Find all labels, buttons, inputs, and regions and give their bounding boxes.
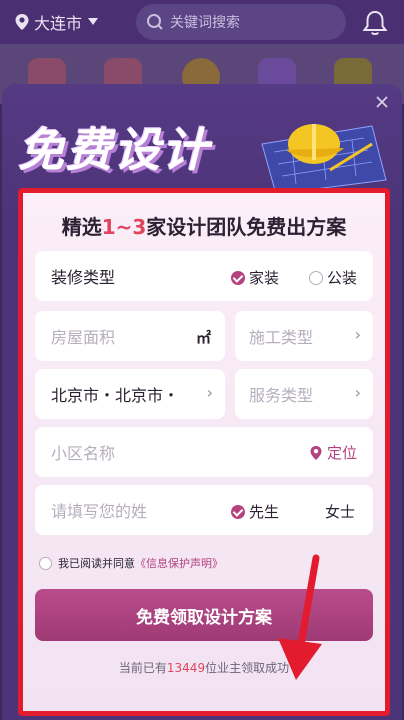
count-pre: 当前已有: [118, 661, 167, 675]
headline-highlight: 1~3: [101, 215, 147, 239]
house-area-placeholder: 房屋面积: [51, 328, 116, 347]
headline-pre: 精选: [61, 215, 102, 239]
radio-mr[interactable]: 先生: [231, 501, 279, 522]
form-headline: 精选1~3家设计团队免费出方案: [23, 211, 385, 240]
locate-icon: [310, 445, 322, 460]
agreement-text: 我已阅读并同意: [58, 557, 135, 570]
checkmark-icon: [231, 504, 245, 519]
service-type-select[interactable]: 服务类型 ›: [235, 369, 373, 419]
locate-label: 定位: [326, 444, 357, 462]
agreement-row[interactable]: 我已阅读并同意 《信息保护声明》: [39, 555, 223, 571]
dropdown-triangle-icon: [88, 18, 99, 25]
bell-icon[interactable]: [360, 8, 390, 38]
service-type-placeholder: 服务类型: [249, 386, 314, 405]
radio-home-decor[interactable]: 家装: [231, 267, 279, 288]
city-selector[interactable]: 大连市: [14, 10, 99, 34]
city-region-select[interactable]: 北京市・北京市・ ›: [35, 369, 225, 419]
radio-ms[interactable]: 女士: [325, 501, 355, 522]
locate-button[interactable]: 定位: [309, 442, 357, 463]
search-placeholder: 关键词搜索: [170, 15, 240, 31]
construction-type-select[interactable]: 施工类型 ›: [235, 311, 373, 361]
house-area-field[interactable]: 房屋面积 ㎡: [35, 311, 225, 361]
search-icon: [147, 14, 163, 30]
community-name-field[interactable]: 小区名称 定位: [35, 427, 373, 477]
radio-home-label: 家装: [249, 269, 280, 287]
community-placeholder: 小区名称: [51, 444, 116, 463]
radio-commercial-decor[interactable]: 公装: [309, 267, 357, 288]
success-count: 当前已有13449位业主领取成功: [23, 659, 385, 676]
privacy-statement-link[interactable]: 《信息保护声明》: [135, 555, 223, 571]
chevron-right-icon: ›: [354, 325, 361, 344]
top-bar: 大连市 关键词搜索: [0, 0, 404, 44]
radio-mr-label: 先生: [249, 503, 280, 521]
search-bar[interactable]: 关键词搜索: [136, 4, 346, 40]
chevron-right-icon: ›: [354, 383, 361, 402]
area-unit: ㎡: [195, 329, 211, 347]
city-label: 大连市: [34, 14, 83, 33]
checkmark-icon: [231, 270, 245, 285]
decor-type-label: 装修类型: [51, 268, 116, 287]
red-arrow-annotation: [278, 554, 322, 680]
free-design-modal: 免费设计 精选1~3家设计团队免费出方案 装修类型 家装 公装 房屋面积 ㎡ 施…: [2, 84, 402, 720]
hardhat-blueprint-illustration: [261, 124, 387, 194]
banner-title: 免费设计: [18, 123, 210, 177]
decor-type-row: 装修类型 家装 公装: [35, 251, 373, 301]
headline-post: 家设计团队免费出方案: [146, 215, 347, 239]
construction-type-placeholder: 施工类型: [249, 328, 314, 347]
count-number: 13449: [166, 661, 206, 675]
radio-unchecked-icon: [309, 270, 323, 285]
radio-ms-label: 女士: [325, 503, 356, 521]
form-panel: 精选1~3家设计团队免费出方案 装修类型 家装 公装 房屋面积 ㎡ 施工类型 ›…: [18, 188, 390, 716]
chevron-right-icon: ›: [206, 383, 213, 402]
surname-input[interactable]: 请填写您的姓: [51, 498, 147, 522]
location-pin-icon: [15, 14, 29, 30]
surname-row: 请填写您的姓 先生 女士: [35, 485, 373, 535]
city-region-value: 北京市・北京市・: [51, 386, 180, 405]
radio-commercial-label: 公装: [327, 269, 358, 287]
agreement-checkbox[interactable]: [39, 556, 52, 570]
